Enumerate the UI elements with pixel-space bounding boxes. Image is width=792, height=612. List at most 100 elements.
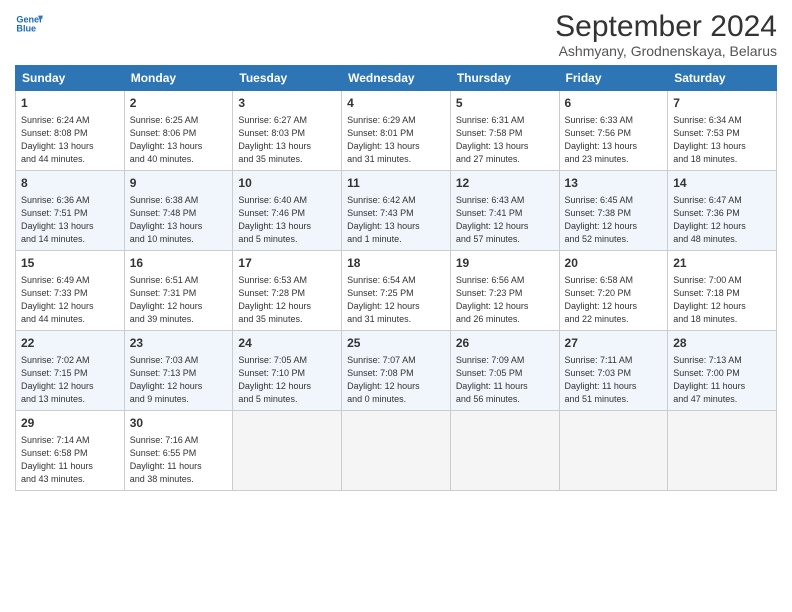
table-row: 23Sunrise: 7:03 AM Sunset: 7:13 PM Dayli…: [124, 331, 233, 411]
col-tuesday: Tuesday: [233, 66, 342, 91]
day-info: Sunrise: 6:42 AM Sunset: 7:43 PM Dayligh…: [347, 194, 445, 246]
day-info: Sunrise: 6:58 AM Sunset: 7:20 PM Dayligh…: [565, 274, 663, 326]
day-number: 17: [238, 255, 336, 272]
day-info: Sunrise: 7:13 AM Sunset: 7:00 PM Dayligh…: [673, 354, 771, 406]
day-number: 3: [238, 95, 336, 112]
logo: General Blue: [15, 10, 43, 38]
table-row: 15 Sunrise: 6:49 AM Sunset: 7:33 PM Dayli…: [16, 251, 125, 331]
table-row: 18Sunrise: 6:54 AM Sunset: 7:25 PM Dayli…: [342, 251, 451, 331]
table-row: 1 Sunrise: 6:24 AM Sunset: 8:08 PM Daylig…: [16, 91, 125, 171]
day-info: Sunrise: 7:11 AM Sunset: 7:03 PM Dayligh…: [565, 354, 663, 406]
day-number: 29: [21, 415, 119, 432]
col-saturday: Saturday: [668, 66, 777, 91]
calendar-week-2: 8Sunrise: 6:36 AM Sunset: 7:51 PM Daylig…: [16, 171, 777, 251]
col-sunday: Sunday: [16, 66, 125, 91]
month-title: September 2024: [555, 10, 777, 43]
col-friday: Friday: [559, 66, 668, 91]
day-number: 26: [456, 335, 554, 352]
table-row: 22 Sunrise: 7:02 AM Sunset: 7:15 PM Dayli…: [16, 331, 125, 411]
day-info: Sunrise: 6:36 AM Sunset: 7:51 PM Dayligh…: [21, 194, 119, 246]
day-info: Sunrise: 7:05 AM Sunset: 7:10 PM Dayligh…: [238, 354, 336, 406]
table-row: 10 Sunrise: 6:40 AM Sunset: 7:46 PM Dayli…: [233, 171, 342, 251]
day-info: Sunrise: 7:00 AM Sunset: 7:18 PM Dayligh…: [673, 274, 771, 326]
day-number: 14: [673, 175, 771, 192]
day-info: Sunrise: 6:43 AM Sunset: 7:41 PM Dayligh…: [456, 194, 554, 246]
day-info: Sunrise: 7:14 AM Sunset: 6:58 PM Dayligh…: [21, 434, 119, 486]
table-row: 14 Sunrise: 6:47 AM Sunset: 7:36 PM Dayli…: [668, 171, 777, 251]
day-number: 4: [347, 95, 445, 112]
day-info: Sunrise: 6:25 AM Sunset: 8:06 PM Dayligh…: [130, 114, 228, 166]
day-number: 22: [21, 335, 119, 352]
day-number: 23: [130, 335, 228, 352]
day-number: 6: [565, 95, 663, 112]
day-info: Sunrise: 7:02 AM Sunset: 7:15 PM Dayligh…: [21, 354, 119, 406]
col-thursday: Thursday: [450, 66, 559, 91]
table-row: 13Sunrise: 6:45 AM Sunset: 7:38 PM Dayli…: [559, 171, 668, 251]
day-info: Sunrise: 6:38 AM Sunset: 7:48 PM Dayligh…: [130, 194, 228, 246]
calendar-table: Sunday Monday Tuesday Wednesday Thursday…: [15, 65, 777, 491]
day-info: Sunrise: 6:29 AM Sunset: 8:01 PM Dayligh…: [347, 114, 445, 166]
day-info: Sunrise: 6:40 AM Sunset: 7:46 PM Dayligh…: [238, 194, 336, 246]
table-row: 16Sunrise: 6:51 AM Sunset: 7:31 PM Dayli…: [124, 251, 233, 331]
table-row: 27Sunrise: 7:11 AM Sunset: 7:03 PM Dayli…: [559, 331, 668, 411]
day-number: 24: [238, 335, 336, 352]
day-number: 30: [130, 415, 228, 432]
table-row: 12 Sunrise: 6:43 AM Sunset: 7:41 PM Dayli…: [450, 171, 559, 251]
day-info: Sunrise: 6:53 AM Sunset: 7:28 PM Dayligh…: [238, 274, 336, 326]
day-number: 10: [238, 175, 336, 192]
day-info: Sunrise: 7:07 AM Sunset: 7:08 PM Dayligh…: [347, 354, 445, 406]
col-wednesday: Wednesday: [342, 66, 451, 91]
day-info: Sunrise: 7:09 AM Sunset: 7:05 PM Dayligh…: [456, 354, 554, 406]
table-row: 5Sunrise: 6:31 AM Sunset: 7:58 PM Daylig…: [450, 91, 559, 171]
day-number: 28: [673, 335, 771, 352]
table-row: 4 Sunrise: 6:29 AM Sunset: 8:01 PM Daylig…: [342, 91, 451, 171]
day-info: Sunrise: 6:45 AM Sunset: 7:38 PM Dayligh…: [565, 194, 663, 246]
calendar-week-5: 29 Sunrise: 7:14 AM Sunset: 6:58 PM Dayli…: [16, 411, 777, 491]
day-number: 11: [347, 175, 445, 192]
title-block: September 2024 Ashmyany, Grodnenskaya, B…: [555, 10, 777, 59]
day-number: 12: [456, 175, 554, 192]
day-info: Sunrise: 6:47 AM Sunset: 7:36 PM Dayligh…: [673, 194, 771, 246]
table-row: 11 Sunrise: 6:42 AM Sunset: 7:43 PM Dayli…: [342, 171, 451, 251]
table-row: [450, 411, 559, 491]
day-number: 1: [21, 95, 119, 112]
table-row: [668, 411, 777, 491]
table-row: 24 Sunrise: 7:05 AM Sunset: 7:10 PM Dayli…: [233, 331, 342, 411]
day-number: 16: [130, 255, 228, 272]
header-row: Sunday Monday Tuesday Wednesday Thursday…: [16, 66, 777, 91]
logo-icon: General Blue: [15, 10, 43, 38]
day-number: 19: [456, 255, 554, 272]
day-info: Sunrise: 6:34 AM Sunset: 7:53 PM Dayligh…: [673, 114, 771, 166]
calendar-week-3: 15 Sunrise: 6:49 AM Sunset: 7:33 PM Dayli…: [16, 251, 777, 331]
day-number: 20: [565, 255, 663, 272]
day-info: Sunrise: 6:24 AM Sunset: 8:08 PM Dayligh…: [21, 114, 119, 166]
day-info: Sunrise: 6:31 AM Sunset: 7:58 PM Dayligh…: [456, 114, 554, 166]
day-info: Sunrise: 6:33 AM Sunset: 7:56 PM Dayligh…: [565, 114, 663, 166]
table-row: 7 Sunrise: 6:34 AM Sunset: 7:53 PM Daylig…: [668, 91, 777, 171]
table-row: 30 Sunrise: 7:16 AM Sunset: 6:55 PM Dayli…: [124, 411, 233, 491]
table-row: 26 Sunrise: 7:09 AM Sunset: 7:05 PM Dayli…: [450, 331, 559, 411]
table-row: [342, 411, 451, 491]
table-row: 6 Sunrise: 6:33 AM Sunset: 7:56 PM Daylig…: [559, 91, 668, 171]
day-info: Sunrise: 6:54 AM Sunset: 7:25 PM Dayligh…: [347, 274, 445, 326]
table-row: 3Sunrise: 6:27 AM Sunset: 8:03 PM Daylig…: [233, 91, 342, 171]
calendar-week-4: 22 Sunrise: 7:02 AM Sunset: 7:15 PM Dayli…: [16, 331, 777, 411]
subtitle: Ashmyany, Grodnenskaya, Belarus: [555, 43, 777, 59]
calendar-week-1: 1 Sunrise: 6:24 AM Sunset: 8:08 PM Daylig…: [16, 91, 777, 171]
table-row: 28 Sunrise: 7:13 AM Sunset: 7:00 PM Dayli…: [668, 331, 777, 411]
table-row: 9Sunrise: 6:38 AM Sunset: 7:48 PM Daylig…: [124, 171, 233, 251]
page: General Blue September 2024 Ashmyany, Gr…: [0, 0, 792, 612]
day-info: Sunrise: 6:56 AM Sunset: 7:23 PM Dayligh…: [456, 274, 554, 326]
table-row: 17 Sunrise: 6:53 AM Sunset: 7:28 PM Dayli…: [233, 251, 342, 331]
day-number: 15: [21, 255, 119, 272]
table-row: [559, 411, 668, 491]
day-info: Sunrise: 6:49 AM Sunset: 7:33 PM Dayligh…: [21, 274, 119, 326]
col-monday: Monday: [124, 66, 233, 91]
day-number: 25: [347, 335, 445, 352]
day-number: 2: [130, 95, 228, 112]
table-row: 21Sunrise: 7:00 AM Sunset: 7:18 PM Dayli…: [668, 251, 777, 331]
day-number: 7: [673, 95, 771, 112]
day-info: Sunrise: 7:16 AM Sunset: 6:55 PM Dayligh…: [130, 434, 228, 486]
table-row: 25 Sunrise: 7:07 AM Sunset: 7:08 PM Dayli…: [342, 331, 451, 411]
header: General Blue September 2024 Ashmyany, Gr…: [15, 10, 777, 59]
